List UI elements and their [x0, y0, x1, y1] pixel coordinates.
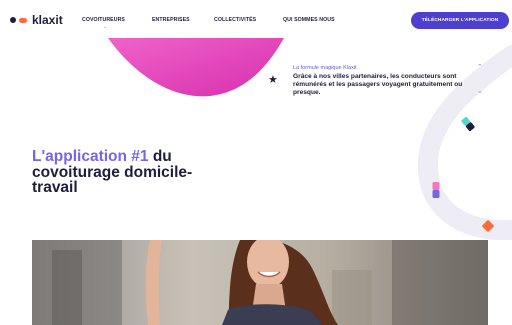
nav-covoitureurs[interactable]: COVOITUREURS [82, 17, 125, 23]
logo-dot-orange [19, 17, 27, 23]
title-part-1: du [148, 148, 172, 165]
nav-entreprises[interactable]: ENTREPRISES [152, 17, 190, 23]
hero-photo [32, 240, 488, 325]
nav-qui-sommes-nous[interactable]: QUI SOMMES NOUS [283, 17, 335, 23]
info-text: Grâce à nos villes partenaires, les cond… [293, 73, 463, 96]
teal-capsule-icon [461, 117, 475, 131]
chevron-down-icon: ⌄ [103, 24, 108, 30]
info-label: La formule magique Klaxit [293, 65, 357, 71]
download-app-button[interactable]: TÉLÉCHARGER L'APPLICATION [411, 12, 509, 29]
title-accent: L'application #1 [32, 148, 149, 165]
site-header: klaxit COVOITUREURS ⌄ ENTREPRISES COLLEC… [0, 0, 512, 38]
nav-collectivites[interactable]: COLLECTIVITÉS [214, 17, 256, 23]
logo-dot-navy [10, 17, 16, 23]
klaxit-logo[interactable]: klaxit [10, 13, 63, 27]
logo-text: klaxit [32, 13, 63, 27]
star-icon: ★ [268, 74, 278, 86]
title-line-3: travail [32, 179, 78, 196]
title-line-2: covoiturage domicile- [32, 163, 193, 181]
woman-waving-image [32, 240, 488, 325]
chevron-up-icon[interactable]: ⌃ [477, 63, 483, 71]
chevron-down-icon[interactable]: ⌄ [477, 87, 483, 95]
page-title: L'application #1 du covoiturage domicile… [32, 149, 252, 196]
